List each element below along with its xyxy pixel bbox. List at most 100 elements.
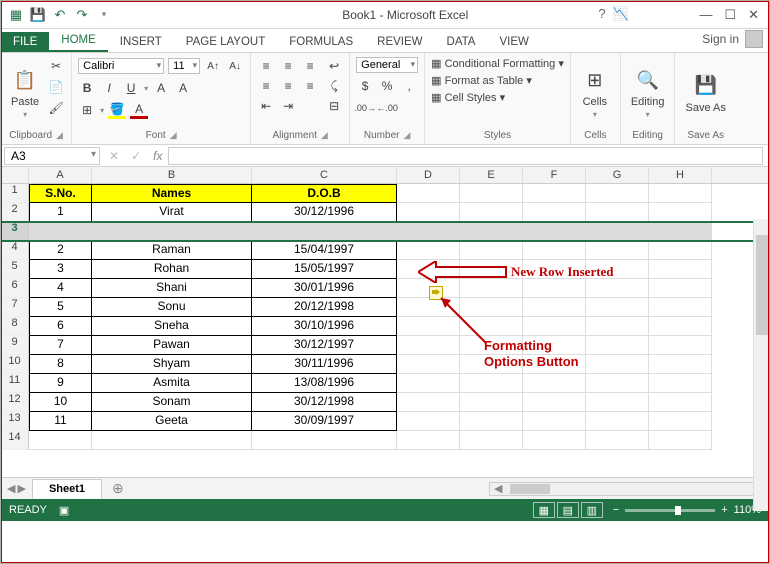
rowhead-11[interactable]: 11 [1,374,29,393]
sign-in[interactable]: Sign in [696,26,769,52]
rowhead-8[interactable]: 8 [1,317,29,336]
col-c[interactable]: C [252,167,397,183]
align-mid-icon[interactable]: ≡ [279,57,297,75]
indent-inc-icon[interactable]: ⇥ [279,97,297,115]
sheet-tab-1[interactable]: Sheet1 [32,479,102,498]
tab-view[interactable]: VIEW [487,32,540,52]
font-size-combo[interactable]: 11 [168,58,200,74]
minimize-icon[interactable]: — [699,7,712,23]
col-a[interactable]: A [29,167,92,183]
wrap-text-icon[interactable]: ↩ [325,57,343,75]
vertical-scrollbar[interactable] [753,219,769,511]
copy-icon[interactable]: 📄 [47,78,65,96]
rowhead-1[interactable]: 1 [1,184,29,203]
save-icon[interactable]: 💾 [31,8,45,22]
font-name-combo[interactable]: Calibri [78,58,164,74]
indent-dec-icon[interactable]: ⇤ [257,97,275,115]
tab-insert[interactable]: INSERT [108,32,174,52]
editing-button[interactable]: 🔍Editing▾ [627,57,669,128]
format-painter-icon[interactable]: 🖌 [47,99,65,117]
cell-styles-button[interactable]: ▦ Cell Styles ▾ [431,91,564,104]
col-f[interactable]: F [523,167,586,183]
maximize-icon[interactable]: ☐ [724,7,736,23]
select-all-corner[interactable] [1,167,29,183]
rowhead-10[interactable]: 10 [1,355,29,374]
col-e[interactable]: E [460,167,523,183]
cut-icon[interactable]: ✂ [47,57,65,75]
comma-icon[interactable]: , [400,77,418,95]
tab-page-layout[interactable]: PAGE LAYOUT [174,32,277,52]
rowhead-2[interactable]: 2 [1,203,29,222]
fill-color-icon[interactable]: 🪣 [108,101,126,119]
paste-button[interactable]: 📋 Paste ▾ [7,57,43,128]
cancel-fx-icon[interactable]: ✕ [103,149,125,163]
merge-icon[interactable]: ⊟ [325,97,343,115]
rowhead-4[interactable]: 4 [1,241,29,260]
formula-input[interactable] [168,147,763,165]
fx-icon[interactable]: fx [147,149,168,163]
cells-button[interactable]: ⊞Cells▾ [577,57,613,128]
col-b[interactable]: B [92,167,252,183]
tab-home[interactable]: HOME [49,30,108,52]
italic-icon[interactable]: I [100,79,118,97]
align-top-icon[interactable]: ≡ [257,57,275,75]
tab-data[interactable]: DATA [435,32,488,52]
borders-icon[interactable]: ⊞ [78,101,96,119]
rowhead-3[interactable]: 3 [1,222,29,241]
horizontal-scrollbar[interactable]: ◀ [489,482,769,496]
sheet-nav-next-icon[interactable]: ▶ [17,482,25,495]
inc-decimal-icon[interactable]: .00→ [356,99,374,117]
align-center-icon[interactable]: ≡ [279,77,297,95]
rowhead-7[interactable]: 7 [1,298,29,317]
col-d[interactable]: D [397,167,460,183]
currency-icon[interactable]: $ [356,77,374,95]
add-sheet-button[interactable]: ⊕ [102,480,134,497]
underline-icon[interactable]: U [122,79,140,97]
conditional-formatting-button[interactable]: ▦ Conditional Formatting ▾ [431,57,564,70]
zoom-in-icon[interactable]: + [721,504,727,516]
tab-file[interactable]: FILE [1,32,49,52]
orientation-icon[interactable]: ⤹ [325,77,343,95]
rowhead-13[interactable]: 13 [1,412,29,431]
help-icon[interactable]: ? 📉 [598,6,629,22]
col-h[interactable]: H [649,167,712,183]
rowhead-9[interactable]: 9 [1,336,29,355]
align-right-icon[interactable]: ≡ [301,77,319,95]
font-a2-icon[interactable]: A [174,79,192,97]
align-left-icon[interactable]: ≡ [257,77,275,95]
normal-view-icon[interactable]: ▦ [533,502,555,518]
cell-b1[interactable]: Names [92,184,252,203]
align-bot-icon[interactable]: ≡ [301,57,319,75]
zoom-out-icon[interactable]: − [613,504,619,516]
bold-icon[interactable]: B [78,79,96,97]
tab-formulas[interactable]: FORMULAS [277,32,365,52]
zoom-slider[interactable] [625,509,715,512]
col-g[interactable]: G [586,167,649,183]
close-icon[interactable]: ✕ [748,7,759,23]
page-break-view-icon[interactable]: ▥ [581,502,603,518]
dec-decimal-icon[interactable]: ←.00 [378,99,396,117]
qat-dropdown-icon[interactable]: ▾ [97,8,111,22]
font-color-icon[interactable]: A [130,101,148,119]
sheet-nav-prev-icon[interactable]: ◀ [7,482,15,495]
font-a-icon[interactable]: A [152,79,170,97]
undo-icon[interactable]: ↶ [53,8,67,22]
percent-icon[interactable]: % [378,77,396,95]
clipboard-launcher-icon[interactable]: ◢ [56,130,63,141]
save-as-button[interactable]: 💾Save As [681,57,729,128]
decrease-font-icon[interactable]: A↓ [226,57,244,75]
alignment-launcher-icon[interactable]: ◢ [321,130,328,141]
increase-font-icon[interactable]: A↑ [204,57,222,75]
number-launcher-icon[interactable]: ◢ [403,130,410,141]
page-layout-view-icon[interactable]: ▤ [557,502,579,518]
tab-review[interactable]: REVIEW [365,32,434,52]
name-box[interactable]: A3 [4,147,100,165]
cell-a1[interactable]: S.No. [29,184,92,203]
rowhead-5[interactable]: 5 [1,260,29,279]
cell-c1[interactable]: D.O.B [252,184,397,203]
format-as-table-button[interactable]: ▦ Format as Table ▾ [431,74,564,87]
rowhead-6[interactable]: 6 [1,279,29,298]
font-launcher-icon[interactable]: ◢ [170,130,177,141]
macro-record-icon[interactable]: ▣ [59,504,69,517]
enter-fx-icon[interactable]: ✓ [125,149,147,163]
